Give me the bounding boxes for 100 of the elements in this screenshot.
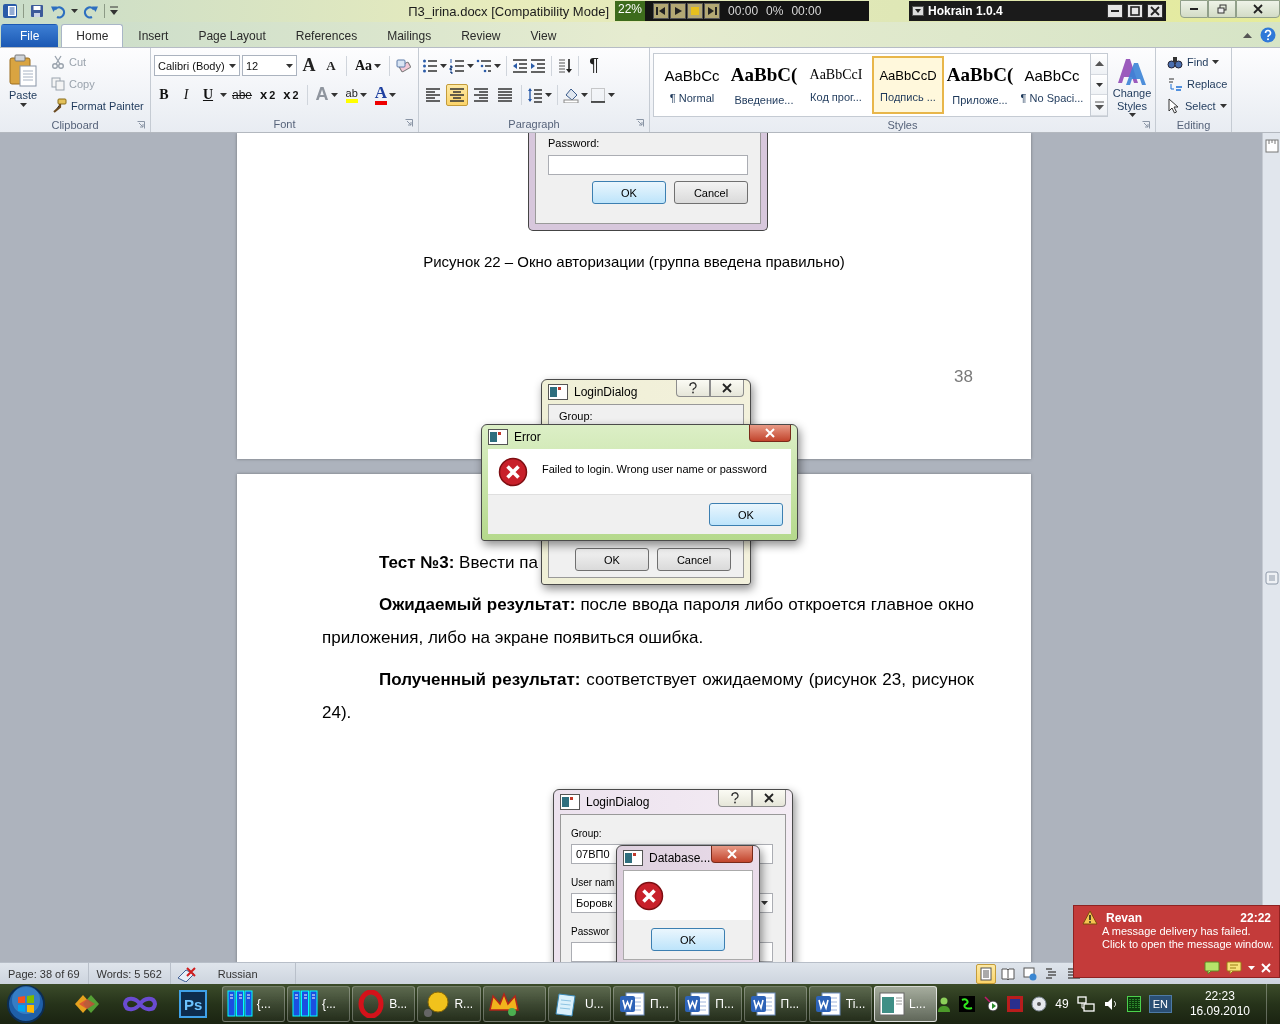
close-button[interactable] [752,790,786,807]
select-button[interactable]: Select [1165,95,1230,117]
menu-icon[interactable] [912,6,924,16]
caret-icon[interactable] [440,63,447,68]
meter-icon[interactable] [1126,996,1141,1012]
ok-button[interactable]: OK [709,503,783,526]
clock-time[interactable]: 22:23 [1204,989,1235,1004]
taskbar-button[interactable]: П... [678,986,742,1022]
maximize-button[interactable] [1127,4,1143,18]
format-button[interactable]: U [198,83,218,106]
format-painter-button[interactable]: Format Painter [49,95,146,117]
show-formatting-button[interactable]: ¶ [584,54,604,77]
scroll-down-button[interactable] [1091,74,1107,96]
caret-icon[interactable] [545,92,552,97]
caret-icon[interactable] [581,92,588,97]
caret-icon[interactable] [494,63,501,68]
font-size-field[interactable]: 12 [242,55,297,76]
center-button[interactable] [446,83,468,106]
network-icon[interactable] [1076,996,1095,1012]
clock-date[interactable]: 16.09.2010 [1189,1004,1250,1019]
style-item[interactable]: AaBbCcD Подпись ... [872,56,944,114]
minimize-button[interactable] [1180,0,1208,18]
line-spacing-icon[interactable] [527,86,543,103]
format-button[interactable]: abe [229,83,256,106]
minimize-button[interactable] [1107,4,1123,18]
app-icon[interactable] [2,3,18,19]
bullets-icon[interactable] [422,57,438,74]
dialog-launcher-icon[interactable] [137,121,145,129]
decrease-indent-icon[interactable] [512,57,528,74]
format-button[interactable]: B [154,83,174,106]
caret-icon[interactable] [71,9,78,13]
caret-icon[interactable] [1248,966,1255,970]
close-button[interactable] [1147,4,1163,18]
style-item[interactable]: AaBbC( Приложе... [944,56,1016,114]
taskbar-button[interactable]: R... [417,986,481,1022]
ribbon-tab[interactable]: View [515,24,572,47]
taskbar-button[interactable]: В... [352,986,416,1022]
disc-icon[interactable] [1031,996,1048,1012]
style-item[interactable]: AaBbCcI Код прог... [800,56,872,114]
taskbar-button[interactable] [482,986,546,1022]
play-button[interactable] [670,3,687,19]
ribbon-tab[interactable]: Page Layout [183,24,281,47]
restore-button[interactable] [1208,0,1236,18]
customize-icon[interactable] [110,6,118,16]
taskbar-button[interactable]: П... [743,986,807,1022]
find-button[interactable]: Find [1165,51,1230,73]
close-button[interactable] [710,380,744,397]
taskbar-button[interactable]: {... [286,986,351,1022]
dialog-launcher-icon[interactable] [1142,121,1150,129]
shrink-font-button[interactable]: A [321,54,341,77]
taskbar-button[interactable]: Ti... [808,986,873,1022]
help-button[interactable] [676,380,710,397]
multilevel-list-icon[interactable] [476,57,492,74]
ribbon-tab[interactable]: Insert [123,24,184,47]
taskbar-button[interactable]: П... [613,986,677,1022]
paste-button[interactable]: Paste [3,51,43,117]
replace-button[interactable]: Replace [1165,73,1230,95]
caret-icon[interactable] [220,92,227,97]
password-field[interactable] [548,155,748,175]
change-case-button[interactable]: Aa [352,54,385,77]
ribbon-tab[interactable]: Home [61,24,124,47]
style-item[interactable]: AaBbC( Введение... [728,56,800,114]
help-icon[interactable] [1260,27,1276,43]
increase-indent-icon[interactable] [530,57,546,74]
close-icon[interactable] [1261,963,1271,973]
file-menu-tab[interactable]: File [1,24,59,47]
stop-button[interactable] [687,3,704,19]
highlight-button[interactable]: ab [342,83,370,106]
more-styles-button[interactable] [1091,95,1107,116]
person-icon[interactable] [937,996,952,1012]
close-button[interactable] [749,425,791,442]
numbering-icon[interactable] [449,57,465,74]
caret-icon[interactable] [467,63,474,68]
next-button[interactable] [704,3,721,19]
chat-icon[interactable] [1226,961,1242,975]
taskbar-button[interactable]: {... [221,986,285,1022]
scroll-thumb-icon[interactable] [1264,571,1279,585]
paint-bucket-icon[interactable] [563,86,579,103]
view-button[interactable] [976,963,996,984]
caret-icon[interactable] [608,92,615,97]
cancel-button[interactable]: Cancel [657,548,731,571]
font-name-field[interactable]: Calibri (Body) [154,55,240,76]
redo-icon[interactable] [83,3,99,19]
ribbon-tab[interactable]: Review [446,24,516,47]
notification-popup[interactable]: Revan 22:22 A message delivery has failed. Click to open the message window. [1073,905,1280,978]
language-button[interactable]: EN [1148,995,1172,1013]
cancel-button[interactable]: Cancel [674,181,748,204]
ribbon-tab[interactable]: References [280,24,373,47]
proofing-icon[interactable] [176,965,197,982]
close-button[interactable] [1236,0,1280,18]
ok-button[interactable]: OK [575,548,649,571]
collapse-ribbon-icon[interactable] [1243,32,1252,38]
pinned-app-button[interactable]: Ps [179,990,208,1018]
font-color-button[interactable]: A [371,83,400,106]
save-icon[interactable] [29,3,45,19]
undo-icon[interactable] [50,3,66,19]
tray-counter[interactable]: 49 [1055,997,1069,1011]
sort-icon[interactable] [557,57,573,74]
start-button-icon[interactable] [6,984,46,1024]
volume-icon[interactable] [1102,996,1119,1012]
